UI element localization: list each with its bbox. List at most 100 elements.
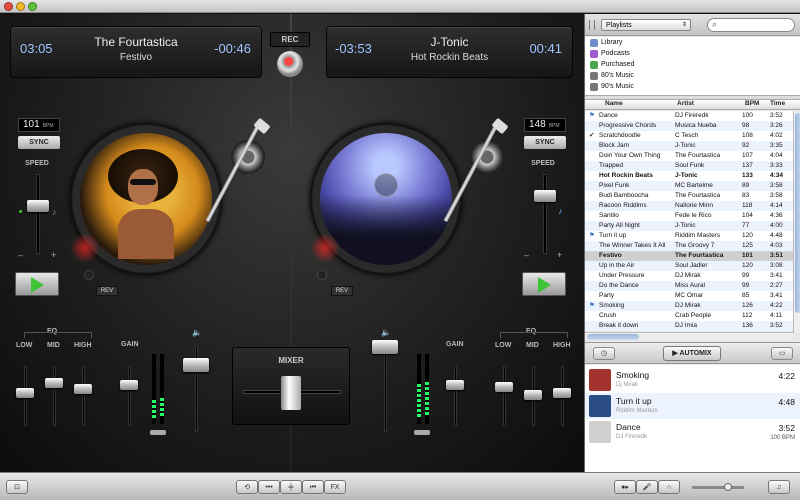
right-pitch-minus[interactable]: – bbox=[524, 250, 529, 260]
automix-button[interactable]: ▶ AUTOMIX bbox=[663, 346, 721, 361]
fx-button[interactable]: FX bbox=[324, 480, 346, 494]
table-row[interactable]: Doin Your Own Thing The Fourtastica 107 4:0… bbox=[585, 151, 793, 161]
right-gain-slider[interactable] bbox=[446, 380, 464, 390]
scroll-thumb[interactable] bbox=[795, 113, 800, 313]
table-row[interactable]: Trapped Soul Funk 137 3:33 bbox=[585, 161, 793, 171]
right-volume-fader[interactable] bbox=[372, 340, 398, 354]
left-mid-slider[interactable] bbox=[45, 378, 63, 388]
table-row[interactable]: Racoon Riddims Nallorie Minn 118 4:14 bbox=[585, 201, 793, 211]
queue-item[interactable]: Turn it up Riddim Masters 4:48 bbox=[585, 393, 800, 419]
right-mid-slider[interactable] bbox=[524, 390, 542, 400]
cell-time: 3:58 bbox=[770, 182, 783, 189]
right-sync-button[interactable]: SYNC bbox=[524, 136, 566, 149]
skip-button[interactable]: ⏮ bbox=[302, 480, 324, 494]
zoom-window-button[interactable] bbox=[28, 2, 37, 11]
left-bpm-display: 101 BPM bbox=[18, 118, 60, 132]
cell-bpm: 100 bbox=[742, 112, 753, 119]
table-row[interactable]: Under Pressure DJ Mirak 99 3:41 bbox=[585, 271, 793, 281]
source-item[interactable]: 80's Music bbox=[585, 70, 800, 81]
loop-button[interactable]: ⟲ bbox=[236, 480, 258, 494]
column-header-name[interactable]: Name bbox=[605, 100, 623, 107]
left-level-meter-2 bbox=[160, 354, 164, 424]
right-turntable[interactable] bbox=[310, 123, 462, 275]
left-high-slider[interactable] bbox=[74, 384, 92, 394]
table-row[interactable]: Santilo Fede le Rico 104 4:36 bbox=[585, 211, 793, 221]
table-row[interactable]: Block Jam J-Tonic 92 3:35 bbox=[585, 141, 793, 151]
search-input[interactable]: ⌕ bbox=[707, 18, 795, 32]
volume-knob[interactable] bbox=[724, 483, 732, 491]
left-reverse-button[interactable]: REV bbox=[96, 286, 118, 296]
column-header-time[interactable]: Time bbox=[770, 100, 785, 107]
record-icon: ●▸ bbox=[621, 484, 629, 491]
eq-view-button[interactable]: ╪ bbox=[280, 480, 302, 494]
queue-view-button[interactable]: ▭ bbox=[771, 347, 793, 360]
microphone-button[interactable]: 🎤 bbox=[636, 480, 658, 494]
album-art-icon bbox=[589, 369, 611, 391]
queue-item[interactable]: Dance DJ Fireredk 3:52 100 BPM bbox=[585, 419, 800, 445]
face-shape bbox=[128, 169, 158, 205]
eq-icon: ╪ bbox=[288, 484, 294, 491]
left-gain-slider[interactable] bbox=[120, 380, 138, 390]
cue-points-button[interactable]: ••• bbox=[258, 480, 280, 494]
master-volume-slider[interactable] bbox=[692, 483, 744, 491]
left-volume-fader[interactable] bbox=[183, 358, 209, 372]
record-view-button[interactable]: ●▸ bbox=[614, 480, 636, 494]
table-row[interactable]: Hot Rockin Beats J-Tonic 133 4:34 bbox=[585, 171, 793, 181]
source-item[interactable]: 90's Music bbox=[585, 81, 800, 92]
left-play-button[interactable] bbox=[15, 272, 59, 296]
resize-handle-icon[interactable] bbox=[589, 20, 595, 30]
left-pitch-slider[interactable] bbox=[27, 200, 49, 212]
column-header-bpm[interactable]: BPM bbox=[745, 100, 759, 107]
right-pitch-slider[interactable] bbox=[534, 190, 556, 202]
fullscreen-button[interactable]: ⊡ bbox=[6, 480, 28, 494]
right-cue-knob[interactable] bbox=[317, 270, 327, 280]
table-row[interactable]: Budi Bamboocha The Fourtastica 83 3:58 bbox=[585, 191, 793, 201]
right-low-slider[interactable] bbox=[495, 382, 513, 392]
left-pitch-minus[interactable]: – bbox=[18, 250, 23, 260]
track-table-vertical-scrollbar[interactable] bbox=[793, 111, 800, 333]
itunes-button[interactable]: ♫ bbox=[768, 480, 790, 494]
source-item[interactable]: Library bbox=[585, 37, 800, 48]
source-item-label: Podcasts bbox=[601, 50, 630, 57]
table-row[interactable]: ✔ Scratchdoodle C Tesch 108 4:02 bbox=[585, 131, 793, 141]
scroll-thumb[interactable] bbox=[587, 334, 639, 340]
left-volume-icon: 🔈 bbox=[192, 328, 202, 337]
source-item[interactable]: Purchased bbox=[585, 59, 800, 70]
close-window-button[interactable] bbox=[4, 2, 13, 11]
source-list: Library Podcasts Purchased 80's Music 90's M… bbox=[585, 37, 800, 96]
table-row[interactable]: The Winner Takes It All The Groovy 7 125 4:… bbox=[585, 241, 793, 251]
table-row[interactable]: Crush Crab People 112 4:11 bbox=[585, 311, 793, 321]
table-row[interactable]: ⚑ Turn it up Riddim Masters 120 4:48 bbox=[585, 231, 793, 241]
right-pitch-plus[interactable]: + bbox=[557, 250, 562, 260]
left-turntable[interactable] bbox=[70, 123, 222, 275]
table-row[interactable]: Festivo The Fourtastica 101 3:51 bbox=[585, 251, 793, 261]
record-button[interactable] bbox=[277, 51, 303, 77]
track-table-horizontal-scrollbar[interactable] bbox=[585, 332, 793, 340]
table-row[interactable]: Party All Night J-Tonic 77 4:00 bbox=[585, 221, 793, 231]
cell-time: 4:36 bbox=[770, 212, 783, 219]
left-cue-knob[interactable] bbox=[84, 270, 94, 280]
headphones-icon: ∩ bbox=[666, 484, 672, 491]
minimize-window-button[interactable] bbox=[16, 2, 25, 11]
table-row[interactable]: Party MC Omar 85 3:41 bbox=[585, 291, 793, 301]
table-row[interactable]: Pixel Funk MC Bartelme 89 3:58 bbox=[585, 181, 793, 191]
table-row[interactable]: Break it down DJ Imia 136 3:52 bbox=[585, 321, 793, 331]
crossfader-knob[interactable] bbox=[281, 376, 301, 410]
queue-item[interactable]: Smoking Dj Mirak 4:22 bbox=[585, 367, 800, 393]
table-row[interactable]: Do the Dance Miss Aural 99 2:27 bbox=[585, 281, 793, 291]
left-low-slider[interactable] bbox=[16, 388, 34, 398]
table-row[interactable]: Progressive Chords Musica Nueba 98 3:26 bbox=[585, 121, 793, 131]
right-reverse-button[interactable]: REV bbox=[331, 286, 353, 296]
headphones-button[interactable]: ∩ bbox=[658, 480, 680, 494]
table-row[interactable]: ⚑ Dance DJ Fireredk 100 3:52 bbox=[585, 111, 793, 121]
right-play-button[interactable] bbox=[522, 272, 566, 296]
table-row[interactable]: ⚑ Smoking DJ Mirak 126 4:22 bbox=[585, 301, 793, 311]
table-row[interactable]: Up in the Air Soul Jadler 120 3:08 bbox=[585, 261, 793, 271]
clock-button[interactable]: ◷ bbox=[593, 347, 615, 360]
column-header-artist[interactable]: Artist bbox=[677, 100, 694, 107]
source-item[interactable]: Podcasts bbox=[585, 48, 800, 59]
playlist-dropdown[interactable]: Playlists ⇕ bbox=[601, 19, 691, 31]
left-sync-button[interactable]: SYNC bbox=[18, 136, 60, 149]
left-pitch-plus[interactable]: + bbox=[51, 250, 56, 260]
right-high-slider[interactable] bbox=[553, 388, 571, 398]
